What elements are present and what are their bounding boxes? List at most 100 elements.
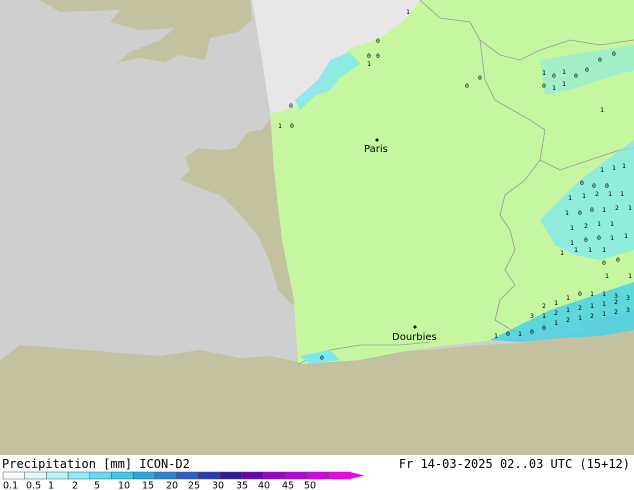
legend-swatch [241, 471, 264, 480]
precip-value-south: 1 [518, 330, 522, 338]
precip-value-north: 0 [289, 102, 293, 110]
precip-value-east: 0 [592, 182, 596, 190]
precip-value-south: 1 [602, 290, 606, 298]
legend-swatch [132, 471, 156, 480]
precip-value-north: 0 [465, 82, 469, 90]
precip-value-east: 1 [597, 220, 601, 228]
precip-value-east: 1 [628, 272, 632, 280]
legend-swatch [67, 471, 91, 480]
precip-value-east: 0 [580, 179, 584, 187]
precip-value-north: 1 [367, 60, 371, 68]
precip-value-east: 0 [584, 236, 588, 244]
map-timestamp: Fr 14-03-2025 02..03 UTC (15+12) [398, 457, 630, 471]
legend-swatch [154, 471, 177, 480]
legend-label: 15 [142, 481, 154, 490]
legend-swatch [284, 471, 308, 480]
city-marker-paris [375, 138, 379, 142]
precip-value-south: 3 [530, 312, 534, 320]
precip-value-east: 1 [565, 209, 569, 217]
precip-value-east: 2 [584, 222, 588, 230]
precip-value-south: 1 [554, 319, 558, 327]
precip-value-south: 1 [590, 290, 594, 298]
precip-value-north: 0 [376, 37, 380, 45]
precip-value-east: 1 [628, 204, 632, 212]
legend-swatch [263, 471, 286, 480]
precip-value-east: 1 [605, 272, 609, 280]
precip-value-south: 0 [530, 328, 534, 336]
precip-value-south: 1 [578, 314, 582, 322]
precip-value-south: 0 [320, 354, 324, 362]
precip-value-south: 1 [494, 332, 498, 340]
precip-value-south: 2 [566, 316, 570, 324]
precip-value-north: 1 [542, 69, 546, 77]
precip-value-east: 0 [602, 259, 606, 267]
legend-label: 45 [282, 481, 294, 490]
legend-label: 40 [258, 481, 270, 490]
precip-value-south: 1 [566, 306, 570, 314]
precip-value-east: 1 [588, 246, 592, 254]
precip-value-north: 0 [585, 66, 589, 74]
precip-value-north: 1 [562, 68, 566, 76]
precip-value-north: 0 [598, 56, 602, 64]
precip-value-south: 2 [590, 312, 594, 320]
precip-value-north: 0 [574, 72, 578, 80]
legend-label: 25 [188, 481, 200, 490]
legend-swatch [306, 471, 329, 480]
precip-value-south: 1 [590, 302, 594, 310]
precip-value-north: 0 [612, 50, 616, 58]
precip-value-north: 0 [367, 52, 371, 60]
precip-value-east: 1 [610, 220, 614, 228]
legend-label: 0.1 [3, 481, 18, 490]
precip-value-south: 2 [578, 304, 582, 312]
city-label-dourbies: Dourbies [392, 332, 437, 343]
precip-value-south: 1 [566, 294, 570, 302]
precip-value-north: 0 [290, 122, 294, 130]
precip-value-north: 0 [376, 52, 380, 60]
precip-value-south: 0 [542, 324, 546, 332]
legend-label: 5 [94, 481, 100, 490]
precip-value-north: 1 [406, 8, 410, 16]
precip-value-east: 1 [622, 162, 626, 170]
precip-value-north: 1 [562, 80, 566, 88]
precip-value-east: 0 [578, 209, 582, 217]
precip-value-east: 1 [612, 164, 616, 172]
city-marker-dourbies [413, 325, 417, 329]
precip-value-north: 1 [600, 106, 604, 114]
precip-value-east: 2 [595, 190, 599, 198]
legend-label: 1 [48, 481, 54, 490]
precip-value-south: 2 [542, 302, 546, 310]
precip-value-east: 0 [616, 256, 620, 264]
legend-label: 0.5 [26, 481, 41, 490]
legend-label: 20 [166, 481, 178, 490]
precip-value-east: 1 [602, 206, 606, 214]
precipitation-legend: 0.1 0.5 1 2 5 10 15 20 25 30 35 40 45 50 [2, 471, 365, 490]
precip-value-east: 0 [597, 234, 601, 242]
legend-labels: 0.1 0.5 1 2 5 10 15 20 25 30 35 40 45 50 [3, 481, 316, 490]
legend-label: 2 [72, 481, 78, 490]
precip-value-east: 1 [624, 232, 628, 240]
precip-value-south: 1 [554, 299, 558, 307]
precip-value-south: 0 [506, 330, 510, 338]
precip-value-east: 1 [620, 190, 624, 198]
precip-value-south: 3 [626, 306, 630, 314]
precip-value-east: 1 [560, 249, 564, 257]
precip-value-south: 1 [602, 300, 606, 308]
legend-label: 35 [236, 481, 248, 490]
legend-swatch [111, 471, 134, 480]
legend-swatch [198, 471, 221, 480]
legend-swatch [328, 471, 351, 480]
legend-swatches [2, 471, 365, 480]
precip-value-east: 1 [600, 166, 604, 174]
legend-swatch [24, 471, 47, 480]
legend-swatch [219, 471, 242, 480]
map-title: Precipitation [mm] ICON-D2 [2, 457, 190, 471]
legend-swatch [89, 471, 112, 480]
legend-label: 10 [118, 481, 130, 490]
precip-value-east: 1 [568, 194, 572, 202]
precip-value-east: 1 [602, 246, 606, 254]
precip-value-north: 1 [552, 84, 556, 92]
precip-value-south: 3 [614, 292, 618, 300]
precip-value-east: 0 [605, 182, 609, 190]
precip-value-east: 1 [610, 234, 614, 242]
legend-arrow [350, 472, 365, 479]
